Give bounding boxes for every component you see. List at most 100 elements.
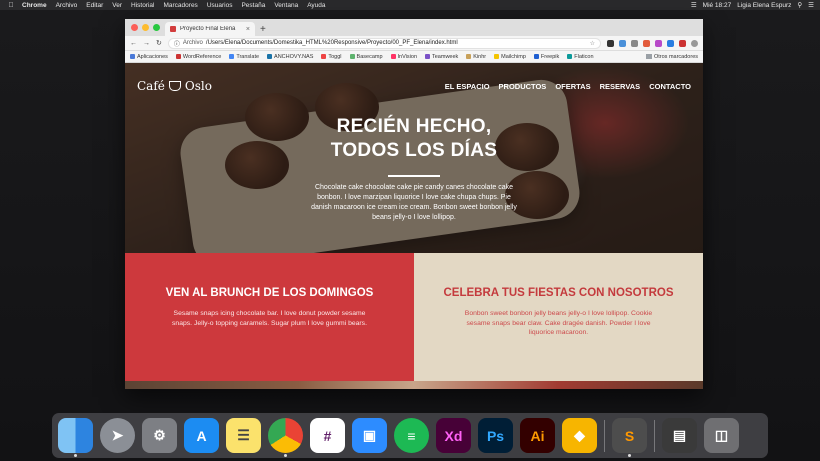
bookmark-item[interactable]: Translate: [229, 54, 259, 60]
web-page: Café Oslo EL ESPACIO PRODUCTOS OFERTAS R…: [125, 63, 703, 389]
bookmark-label: WordReference: [182, 53, 222, 60]
menu-marcadores[interactable]: Marcadores: [163, 2, 197, 9]
bookmark-favicon-icon: [267, 54, 273, 59]
menubar-user[interactable]: Ligia Elena Espurz: [737, 2, 791, 9]
system-preferences-icon[interactable]: ⚙: [142, 418, 177, 453]
profile-avatar[interactable]: [691, 39, 698, 47]
bookmark-label: Toggl: [328, 53, 342, 60]
nav-productos[interactable]: PRODUCTOS: [499, 82, 547, 91]
other-bookmarks[interactable]: Otros marcadores: [645, 54, 698, 60]
address-bar[interactable]: ⓘ Archivo /Users/Elena/Documents/Domesti…: [167, 37, 601, 49]
sketch-icon[interactable]: ◆: [562, 418, 597, 453]
extension-icon[interactable]: [667, 39, 674, 47]
bookmark-item[interactable]: ANCHOVY.NAS: [267, 54, 313, 60]
extension-icon[interactable]: [679, 39, 686, 47]
notes-icon[interactable]: ☰: [226, 418, 261, 453]
launchpad-icon[interactable]: ➤: [100, 418, 135, 453]
dock-separator: [604, 419, 605, 452]
bookmark-item[interactable]: Freepik: [533, 54, 559, 60]
bookmark-label: ANCHOVY.NAS: [274, 53, 314, 60]
finder-icon[interactable]: [58, 418, 93, 457]
wifi-icon[interactable]: ☰: [691, 1, 697, 9]
bookmark-item[interactable]: InVision: [390, 54, 417, 60]
brunch-card: VEN AL BRUNCH DE LOS DOMINGOS Sesame sna…: [125, 253, 414, 381]
hero-title: RECIÉN HECHO, TODOS LOS DÍAS: [125, 115, 703, 163]
browser-tab[interactable]: Proyecto Final Elena ×: [165, 22, 255, 36]
zoom-icon[interactable]: ▣: [352, 418, 387, 453]
hero-title-line-2: TODOS LOS DÍAS: [330, 140, 498, 161]
menu-historial[interactable]: Historial: [131, 2, 154, 9]
bookmark-item[interactable]: Kinhr: [466, 54, 486, 60]
bookmark-item[interactable]: Flaticon: [567, 54, 594, 60]
nav-reservas[interactable]: RESERVAS: [600, 82, 641, 91]
menu-usuarios[interactable]: Usuarios: [207, 2, 233, 9]
spotlight-icon[interactable]: ⚲: [797, 1, 802, 9]
menu-chrome[interactable]: Chrome: [22, 2, 47, 9]
app-store-icon[interactable]: A: [184, 418, 219, 453]
adobe-xd-icon[interactable]: Xd: [436, 418, 471, 453]
extension-icon[interactable]: [631, 39, 638, 47]
fiestas-card: CELEBRA TUS FIESTAS CON NOSOTROS Bonbon …: [414, 253, 703, 381]
reload-icon[interactable]: ↻: [156, 39, 162, 47]
nav-contacto[interactable]: CONTACTO: [649, 82, 691, 91]
bookmarks-bar: Aplicaciones WordReference Translate ANC…: [125, 51, 703, 63]
nav-ofertas[interactable]: OFERTAS: [555, 82, 590, 91]
downloads-stack-icon[interactable]: ▤: [662, 418, 697, 453]
fiestas-card-text: Bonbon sweet bonbon jelly beans jelly-o …: [464, 310, 653, 336]
bookmark-item[interactable]: Mailchimp: [494, 54, 526, 60]
nav-el-espacio[interactable]: EL ESPACIO: [445, 82, 490, 91]
close-window-button[interactable]: [131, 24, 138, 31]
spotify-icon[interactable]: ≡: [394, 418, 429, 453]
bookmark-item[interactable]: Basecamp: [349, 53, 383, 60]
slack-icon[interactable]: #: [310, 418, 345, 453]
extension-icon[interactable]: [607, 39, 614, 47]
bookmark-label: Basecamp: [356, 53, 383, 60]
brunch-card-text: Sesame snaps icing chocolate bar. I love…: [172, 310, 367, 327]
running-indicator: [284, 454, 287, 457]
bookmark-item[interactable]: Aplicaciones: [130, 54, 168, 60]
hero-description: Chocolate cake chocolate cake pie candy …: [311, 184, 517, 221]
close-tab-icon[interactable]: ×: [246, 26, 250, 33]
bookmark-item[interactable]: Teamweek: [425, 54, 458, 60]
bookmark-favicon-icon: [567, 54, 573, 59]
bookmark-label: Aplicaciones: [137, 53, 168, 60]
trash-icon[interactable]: ◫: [704, 418, 739, 453]
extension-icon[interactable]: [655, 39, 662, 47]
extension-icon[interactable]: [643, 39, 650, 47]
bookmark-label: Teamweek: [432, 53, 459, 60]
bookmark-label: Kinhr: [473, 53, 487, 60]
minimize-window-button[interactable]: [142, 24, 149, 31]
menu-pestana[interactable]: Pestaña: [241, 2, 265, 9]
bookmark-item[interactable]: WordReference: [175, 53, 222, 60]
bookmark-favicon-icon: [390, 54, 396, 59]
chrome-icon[interactable]: [268, 418, 303, 457]
menu-ver[interactable]: Ver: [112, 2, 122, 9]
info-icon[interactable]: ⓘ: [174, 39, 180, 48]
bookmark-item[interactable]: Toggl: [321, 53, 342, 60]
menubar-clock[interactable]: Mié 18:27: [703, 2, 732, 9]
new-tab-button[interactable]: +: [260, 24, 266, 35]
zoom-window-button[interactable]: [153, 24, 160, 31]
menu-archivo[interactable]: Archivo: [56, 2, 78, 9]
tab-strip: Proyecto Final Elena × +: [125, 19, 703, 36]
browser-window: Proyecto Final Elena × + ← → ↻ ⓘ Archivo…: [125, 19, 703, 389]
menu-ventana[interactable]: Ventana: [274, 2, 298, 9]
illustrator-icon[interactable]: Ai: [520, 418, 555, 453]
next-section-image: [125, 381, 703, 389]
forward-icon[interactable]: →: [143, 40, 150, 47]
control-center-icon[interactable]: ☰: [808, 1, 814, 9]
menu-ayuda[interactable]: Ayuda: [307, 2, 325, 9]
bookmark-star-icon[interactable]: ☆: [590, 40, 595, 47]
back-icon[interactable]: ←: [130, 40, 137, 47]
photoshop-icon[interactable]: Ps: [478, 418, 513, 453]
cafe-oslo-logo[interactable]: Café Oslo: [137, 79, 212, 93]
menu-editar[interactable]: Editar: [86, 2, 103, 9]
apple-icon[interactable]: : [6, 2, 16, 9]
extension-icon[interactable]: [619, 39, 626, 47]
sublime-text-icon[interactable]: S: [612, 418, 647, 457]
site-navbar: Café Oslo EL ESPACIO PRODUCTOS OFERTAS R…: [125, 79, 703, 93]
bookmark-label: Translate: [236, 53, 260, 60]
bookmark-favicon-icon: [321, 54, 327, 59]
browser-toolbar: ← → ↻ ⓘ Archivo /Users/Elena/Documents/D…: [125, 36, 703, 51]
tab-title: Proyecto Final Elena: [180, 26, 236, 32]
